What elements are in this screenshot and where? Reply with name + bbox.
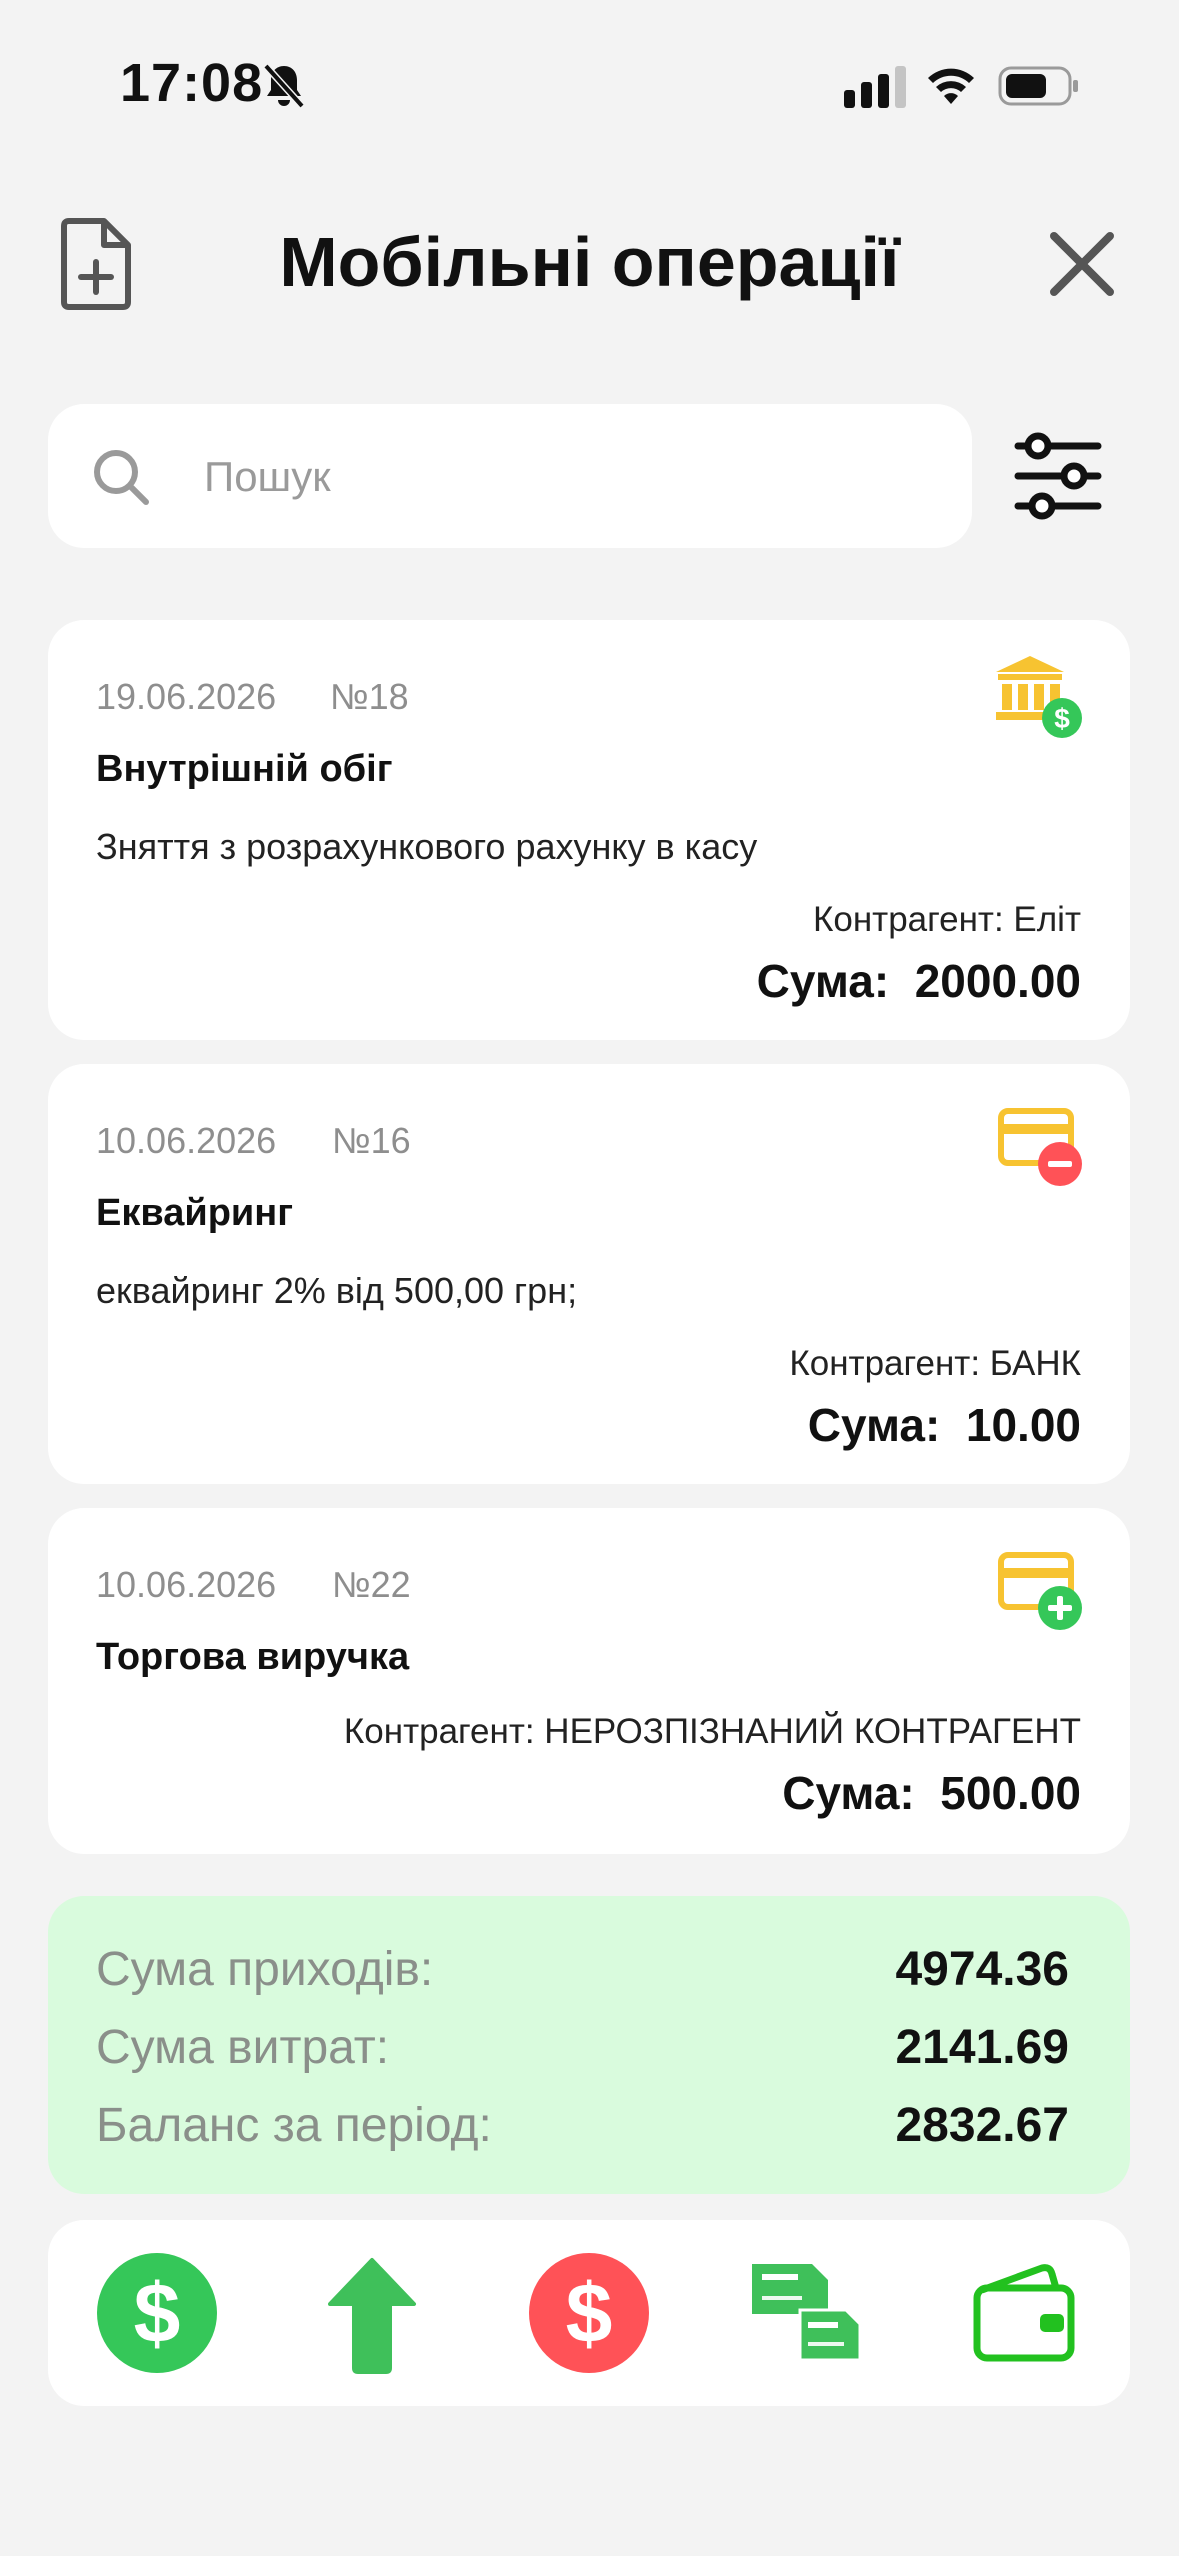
operation-title: Внутрішній обіг (96, 748, 393, 790)
wallet-icon[interactable] (972, 2264, 1076, 2364)
operation-title: Торгова виручка (96, 1636, 410, 1678)
operation-sum: Сума: 10.00 (807, 1399, 1081, 1451)
bell-muted-icon (263, 63, 305, 109)
card-minus-icon (998, 1108, 1082, 1186)
signal-icon (844, 66, 906, 108)
svg-text:$: $ (1054, 703, 1070, 734)
battery-icon (998, 66, 1078, 106)
card-plus-icon (998, 1552, 1082, 1630)
operation-sum: Сума: 2000.00 (756, 955, 1081, 1007)
transfer-documents-icon[interactable] (750, 2262, 862, 2362)
income-label: Сума приходів: (96, 1943, 434, 1996)
operation-sum: Сума: 500.00 (782, 1767, 1081, 1819)
operation-counterparty: Контрагент: НЕРОЗПІЗНАНИЙ КОНТРАГЕНТ (343, 1712, 1081, 1751)
expense-label: Сума витрат: (96, 2021, 390, 2074)
svg-text:$: $ (566, 2266, 613, 2360)
status-time: 17:08 (120, 53, 264, 113)
search-input[interactable] (204, 446, 904, 508)
operation-date: 10.06.2026 (96, 1564, 277, 1605)
operation-number: №22 (332, 1564, 411, 1605)
expense-value: 2141.69 (895, 2021, 1069, 2074)
bank-dollar-icon: $ (996, 656, 1082, 738)
operation-number: №18 (330, 676, 409, 717)
income-value: 4974.36 (895, 1943, 1069, 1996)
operation-date: 19.06.2026 (96, 676, 277, 717)
operation-title: Еквайринг (96, 1192, 294, 1234)
page-title: Мобільні операції (279, 223, 900, 301)
search-icon (94, 450, 149, 505)
operation-date: 10.06.2026 (96, 1120, 277, 1161)
svg-text:$: $ (134, 2266, 181, 2360)
expense-dollar-icon[interactable]: $ (528, 2252, 650, 2374)
operation-description: еквайринг 2% від 500,00 грн; (96, 1270, 578, 1311)
operation-counterparty: Контрагент: БАНК (789, 1344, 1081, 1383)
operation-description: Зняття з розрахункового рахунку в касу (96, 826, 758, 867)
close-icon[interactable] (1048, 230, 1116, 298)
operation-counterparty: Контрагент: Еліт (813, 900, 1081, 939)
filter-sliders-icon[interactable] (1014, 430, 1102, 522)
operation-number: №16 (332, 1120, 411, 1161)
income-dollar-icon[interactable]: $ (96, 2252, 218, 2374)
balance-label: Баланс за період: (96, 2099, 492, 2152)
arrow-up-icon[interactable] (326, 2256, 418, 2374)
balance-value: 2832.67 (895, 2099, 1069, 2152)
wifi-icon (928, 68, 974, 104)
